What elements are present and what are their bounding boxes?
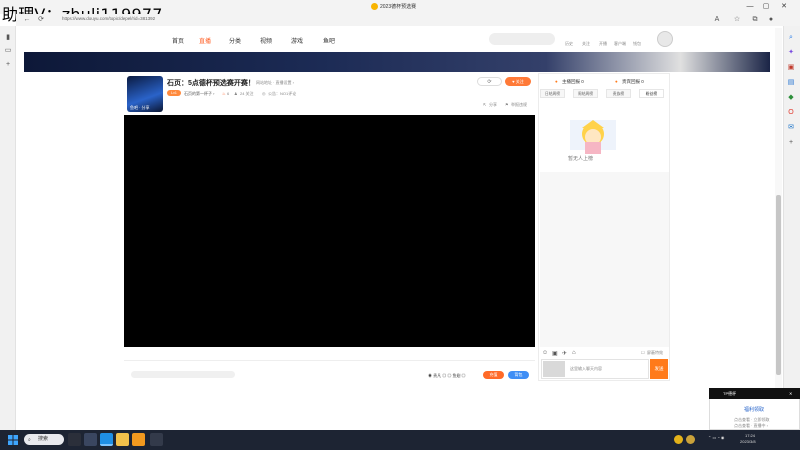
app-taskbar-icon[interactable] (132, 433, 145, 446)
task-view-icon[interactable] (68, 433, 81, 446)
tab-actions-icon[interactable]: ▮ (3, 33, 13, 43)
maximize-button[interactable]: ▢ (760, 2, 772, 12)
edge-taskbar-icon[interactable] (100, 433, 113, 446)
user-wallet[interactable]: 钱包 (633, 41, 641, 47)
block-gift-label: 屏蔽特效 (647, 350, 663, 355)
gift-input[interactable] (131, 371, 235, 378)
subtab-daily[interactable]: 日结周榜 (540, 89, 565, 98)
user-avatar[interactable] (657, 31, 673, 47)
tray-date[interactable]: 2023/3/8 (740, 439, 756, 444)
chat-placeholder: 这里输入聊天内容 (570, 366, 602, 371)
shopping-icon[interactable]: ▣ (786, 63, 796, 73)
refresh-button[interactable]: ⟳ (477, 77, 502, 86)
discover-icon[interactable]: ✦ (786, 48, 796, 58)
gift-bar-items[interactable]: ◉ 贵凡 ◎ ◎ 鱼翅 ◎ (428, 373, 466, 379)
tab-vip-return[interactable]: 贵宾回报 0 (622, 79, 644, 85)
collections-icon[interactable]: ⧉ (750, 15, 760, 25)
office-icon[interactable]: O (786, 108, 796, 118)
search-icon[interactable]: ⌕ (786, 33, 796, 43)
fans-count: 24 关注 (240, 91, 254, 96)
new-tab-icon[interactable]: + (3, 60, 13, 70)
room-title-links[interactable]: 网站地址 · 直播设置 › (256, 80, 294, 86)
read-aloud-icon[interactable]: A (712, 15, 722, 25)
chat-user-avatar (543, 361, 565, 377)
send-plane-icon[interactable]: ✈ (562, 350, 567, 357)
block-gift-checkbox[interactable]: ☐ (641, 350, 645, 355)
nav-video[interactable]: 视频 (260, 36, 272, 45)
toast-line-2: 点击查看 · 直播中 › (734, 423, 768, 428)
room-subtitle[interactable]: 石页的第一杯子 › (184, 91, 214, 97)
widgets-icon[interactable] (84, 433, 97, 446)
send-button[interactable]: 发送 (650, 359, 668, 379)
level-badge: Lv1 (167, 90, 181, 96)
follow-button[interactable]: ♥ 关注 (505, 77, 531, 86)
browser-tab-title[interactable]: 2023德杯预选赛 (380, 3, 416, 10)
nav-category[interactable]: 分类 (229, 36, 241, 45)
nav-live[interactable]: 直播 (199, 36, 211, 45)
taskbar-search-icon: ⌕ (28, 437, 31, 443)
chat-area[interactable] (540, 172, 669, 347)
tray-app2-icon[interactable] (686, 435, 695, 444)
tray-time[interactable]: 17:24 (745, 433, 755, 438)
heat-count: 6 (227, 91, 230, 96)
tray-app-icon[interactable] (674, 435, 683, 444)
notice-icon: ◎ (262, 91, 266, 96)
emoji-icon[interactable]: ☺ (542, 350, 548, 356)
nav-fishbar[interactable]: 鱼吧 (323, 36, 335, 45)
explorer-taskbar-icon[interactable] (116, 433, 129, 446)
tab-favicon-icon (371, 3, 378, 10)
empty-ranking-text: 暂无人上榜 (568, 156, 594, 162)
browser-left-rail (0, 26, 16, 430)
windows-start-icon[interactable] (8, 435, 18, 445)
tab-anchor-return[interactable]: 主播回报 0 (562, 79, 584, 85)
toast-close-icon[interactable]: ✕ (789, 391, 792, 396)
url-input[interactable]: https://www.douyu.com/topic/depel/rid=38… (62, 16, 155, 21)
minimize-button[interactable]: — (744, 2, 756, 12)
room-title: 石页：5点德杯预选赛开赛！ (167, 80, 255, 87)
recharge-button[interactable]: 充值 (483, 371, 504, 379)
close-window-button[interactable]: ✕ (778, 2, 790, 12)
home-icon[interactable]: ⌂ (572, 350, 576, 356)
outlook-icon[interactable]: ✉ (786, 123, 796, 133)
report-icon[interactable]: ⚑ (505, 102, 509, 107)
room-notice: 公告：NO1评论 (268, 91, 297, 96)
scrollbar-thumb[interactable] (776, 195, 781, 375)
fans-icon: ♟ (234, 91, 238, 96)
nav-home[interactable]: 首页 (172, 36, 184, 45)
user-history[interactable]: 历史 (565, 41, 573, 47)
app2-taskbar-icon[interactable] (150, 433, 163, 446)
share-icon[interactable]: ⇱ (483, 102, 486, 107)
user-follow[interactable]: 关注 (582, 41, 590, 47)
user-client[interactable]: 客户端 (614, 41, 626, 47)
user-broadcast[interactable]: 开播 (599, 41, 607, 47)
video-player[interactable] (124, 115, 535, 347)
event-banner (24, 52, 770, 72)
heat-icon: ♨ (222, 91, 226, 96)
games-icon[interactable]: ◆ (786, 93, 796, 103)
subtab-noble[interactable]: 贵族榜 (606, 89, 631, 98)
profile-icon[interactable]: ● (766, 15, 776, 25)
nav-games[interactable]: 游戏 (291, 36, 303, 45)
back-arrow-icon[interactable]: ← (22, 15, 32, 25)
site-search-input[interactable] (489, 33, 555, 45)
avatar-caption: 鱼吧 · 分享 (130, 105, 150, 110)
toast-header: TP德杯 (709, 388, 800, 399)
backpack-button[interactable]: 背包 (508, 371, 529, 379)
image-icon[interactable]: ▣ (552, 350, 558, 357)
tools-icon[interactable]: ▤ (786, 78, 796, 88)
add-sidebar-icon[interactable]: + (786, 138, 796, 148)
report-link[interactable]: 举报违规 (511, 102, 527, 108)
subtab-fans[interactable]: 粉丝榜 (639, 89, 664, 98)
subtab-weekly[interactable]: 周结周榜 (573, 89, 598, 98)
tray-icons[interactable]: ⌃ ▭ ◔ ◉ (708, 435, 724, 440)
tab-vip-return-icon: ● (615, 79, 618, 84)
vertical-tabs-icon[interactable]: ▭ (3, 46, 13, 56)
favorite-star-icon[interactable]: ☆ (732, 15, 742, 25)
toast-link[interactable]: 福利领取 (744, 406, 764, 413)
reload-icon[interactable]: ⟳ (36, 15, 46, 25)
share-link[interactable]: 分享 (489, 102, 497, 108)
tab-anchor-return-icon: ● (555, 79, 558, 84)
